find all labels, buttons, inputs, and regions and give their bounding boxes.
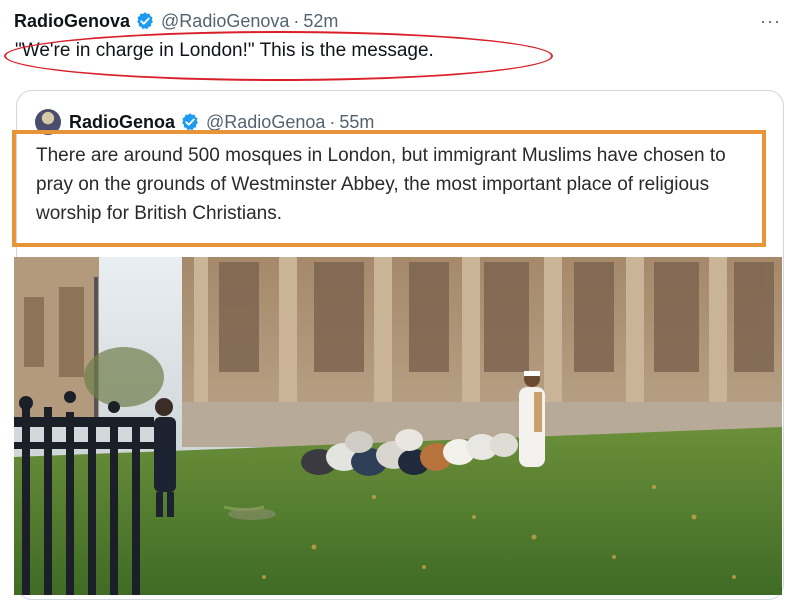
tweet-timestamp[interactable]: 52m [303, 11, 338, 32]
verified-badge-icon [135, 11, 155, 31]
tweet-display-name[interactable]: RadioGenova [14, 11, 130, 32]
tweet-header: RadioGenova @RadioGenova · 52m ··· [14, 8, 785, 34]
tweet-handle[interactable]: @RadioGenova [161, 11, 289, 32]
red-highlight-ellipse [4, 31, 553, 81]
more-options-icon[interactable]: ··· [756, 11, 785, 32]
tweet-photo[interactable] [14, 257, 782, 595]
tweet-separator: · [293, 10, 300, 31]
photo-scene [14, 257, 782, 595]
orange-highlight-box [12, 130, 766, 247]
verified-badge-icon [180, 112, 200, 132]
